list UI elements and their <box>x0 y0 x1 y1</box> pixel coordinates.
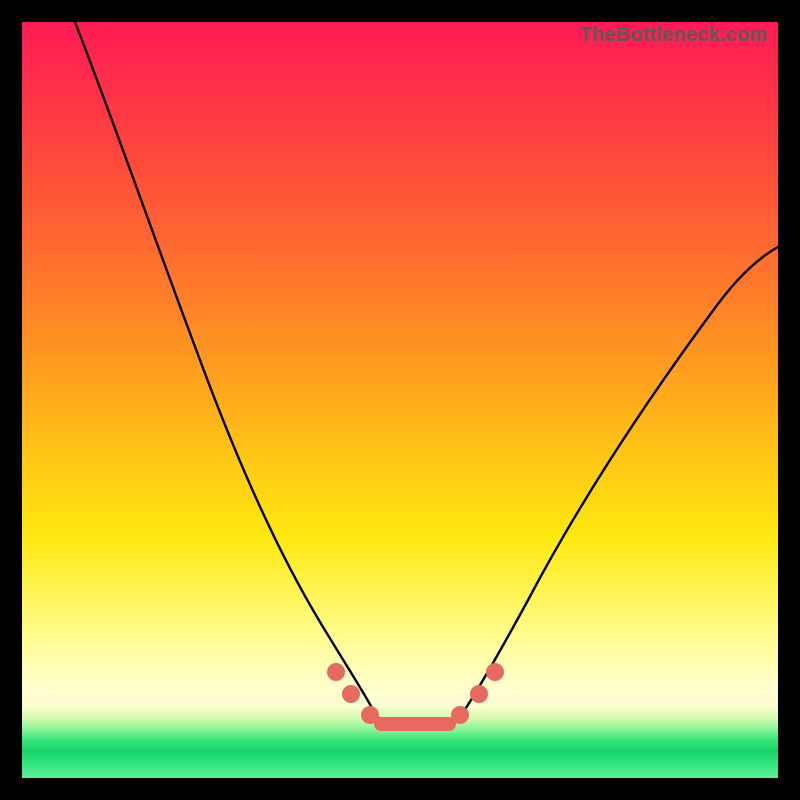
chart-frame: TheBottleneck.com <box>0 0 800 800</box>
marker-pill <box>374 717 456 731</box>
chart-plot-area: TheBottleneck.com <box>22 22 778 778</box>
marker-dot <box>470 685 488 703</box>
marker-dot <box>327 663 345 681</box>
marker-dot <box>342 685 360 703</box>
left-curve <box>75 22 377 717</box>
right-curve <box>460 247 778 717</box>
marker-dot <box>486 663 504 681</box>
chart-svg <box>22 22 778 778</box>
